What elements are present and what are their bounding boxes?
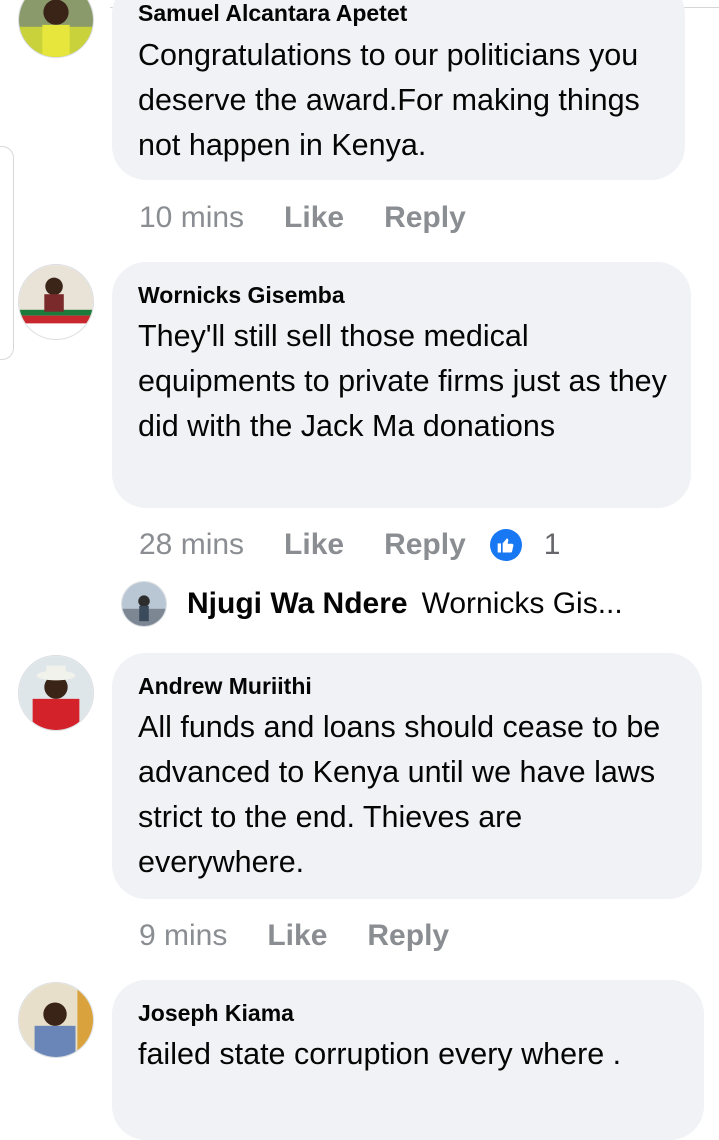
comment-actions: 9 mins Like Reply xyxy=(139,916,449,956)
comment-bubble: Samuel Alcantara Apetet Congratulations … xyxy=(112,0,685,180)
comment-author[interactable]: Joseph Kiama xyxy=(138,1000,294,1027)
comment-bubble: Wornicks Gisemba They'll still sell thos… xyxy=(112,262,691,508)
side-panel-edge xyxy=(0,146,14,360)
reply-preview[interactable]: Njugi Wa Ndere Wornicks Gis... xyxy=(121,580,623,628)
comment-author[interactable]: Wornicks Gisemba xyxy=(138,282,345,309)
comment-text: All funds and loans should cease to be a… xyxy=(138,710,661,879)
like-button[interactable]: Like xyxy=(284,201,344,235)
thumbs-up-icon xyxy=(489,529,522,561)
reply-button[interactable]: Reply xyxy=(384,201,466,235)
comment-time[interactable]: 28 mins xyxy=(139,528,244,562)
comment-author[interactable]: Samuel Alcantara Apetet xyxy=(138,0,407,27)
comment-text: failed state corruption every where . xyxy=(138,1037,622,1071)
avatar[interactable] xyxy=(18,982,94,1058)
reply-snippet: Wornicks Gis... xyxy=(421,587,623,620)
comment-time[interactable]: 9 mins xyxy=(139,919,227,953)
comment-text: Congratulations to our politicians you d… xyxy=(138,38,640,162)
comment-bubble: Andrew Muriithi All funds and loans shou… xyxy=(112,653,702,899)
reply-button[interactable]: Reply xyxy=(384,528,466,562)
comment-author[interactable]: Andrew Muriithi xyxy=(138,673,312,700)
comment-actions: 28 mins Like Reply 1 xyxy=(139,525,560,565)
avatar[interactable] xyxy=(18,0,94,58)
comment-bubble: Joseph Kiama failed state corruption eve… xyxy=(112,980,704,1140)
comment-actions: 10 mins Like Reply xyxy=(139,198,466,238)
reaction-summary[interactable]: 1 xyxy=(489,528,561,562)
comment-text: They'll still sell those medical equipme… xyxy=(138,319,667,443)
like-button[interactable]: Like xyxy=(267,919,327,953)
avatar[interactable] xyxy=(18,655,94,731)
reply-button[interactable]: Reply xyxy=(367,919,449,953)
reply-author[interactable]: Njugi Wa Ndere xyxy=(187,587,408,621)
comment-time[interactable]: 10 mins xyxy=(139,201,244,235)
avatar[interactable] xyxy=(18,264,94,340)
reaction-count: 1 xyxy=(543,528,561,561)
like-button[interactable]: Like xyxy=(284,528,344,562)
